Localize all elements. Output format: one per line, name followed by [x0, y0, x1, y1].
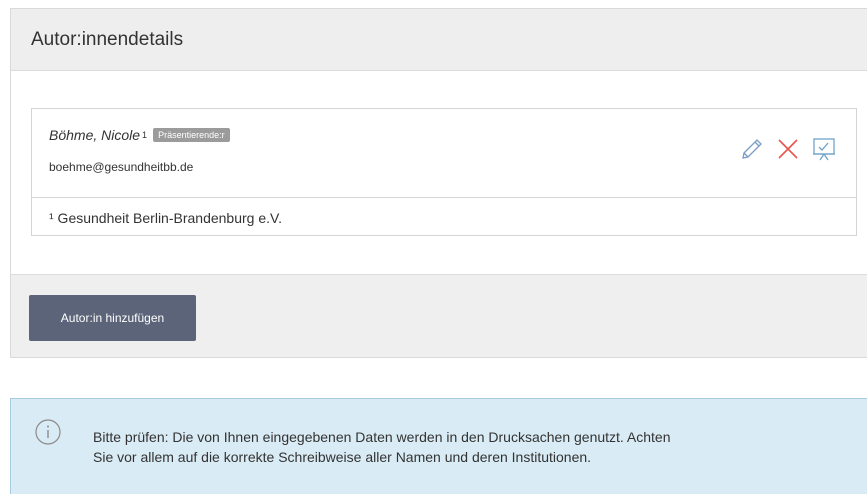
info-text-line-2: Sie vor allem auf die korrekte Schreibwe…	[93, 449, 592, 465]
author-details-panel: Autor:innendetails Böhme, Nicole 1 Präse…	[10, 8, 867, 358]
author-email: boehme@gesundheitbb.de	[49, 160, 194, 174]
info-text-line-1: Bitte prüfen: Die von Ihnen eingegebenen…	[93, 429, 671, 445]
panel-footer: Autor:in hinzufügen	[11, 275, 867, 357]
info-alert: Bitte prüfen: Die von Ihnen eingegebenen…	[10, 398, 867, 494]
panel-title: Autor:innendetails	[31, 28, 184, 50]
author-main-row: Böhme, Nicole 1 Präsentierende:r boehme@…	[32, 109, 856, 198]
add-author-button[interactable]: Autor:in hinzufügen	[29, 295, 196, 341]
close-icon[interactable]	[776, 137, 800, 161]
panel-header: Autor:innendetails	[11, 9, 867, 71]
presentation-icon[interactable]	[812, 137, 836, 161]
info-text: Bitte prüfen: Die von Ihnen eingegebenen…	[93, 427, 853, 467]
author-name-line: Böhme, Nicole 1 Präsentierende:r	[49, 127, 230, 143]
info-icon	[35, 419, 61, 445]
panel-body: Böhme, Nicole 1 Präsentierende:r boehme@…	[11, 71, 867, 275]
author-card: Böhme, Nicole 1 Präsentierende:r boehme@…	[31, 108, 857, 236]
affiliation-marker: 1	[142, 130, 148, 140]
pencil-icon[interactable]	[740, 137, 764, 161]
author-actions	[740, 137, 836, 161]
author-name: Böhme, Nicole	[49, 127, 141, 143]
affiliation-line: ¹ Gesundheit Berlin-Brandenburg e.V.	[49, 210, 282, 226]
presenter-badge: Präsentierende:r	[153, 128, 230, 142]
